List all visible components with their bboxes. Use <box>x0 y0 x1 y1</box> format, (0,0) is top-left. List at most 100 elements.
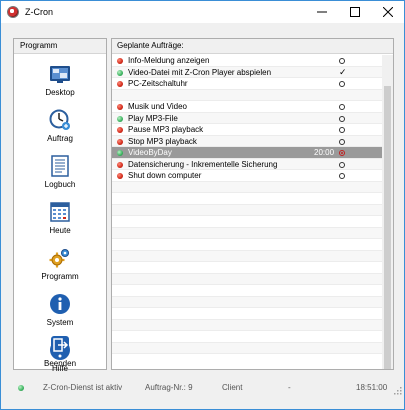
task-row-empty <box>112 296 382 308</box>
task-number: Auftrag-Nr.: 9 <box>145 383 193 392</box>
task-row[interactable]: Datensicherung - Inkrementelle Sicherung <box>112 158 382 170</box>
task-state-circle-icon[interactable] <box>339 161 345 168</box>
task-row-empty <box>112 193 382 205</box>
vertical-scrollbar[interactable] <box>382 55 393 369</box>
task-inactive-status-icon <box>117 104 123 110</box>
task-list-panel: Geplante Aufträge: Info-Meldung anzeigen… <box>111 38 394 370</box>
task-row-empty <box>112 250 382 262</box>
task-row-empty <box>112 331 382 343</box>
nav-item-system[interactable]: System <box>14 289 106 335</box>
resize-grip-icon[interactable] <box>392 385 402 395</box>
task-state-circle-icon[interactable] <box>339 138 345 145</box>
status-bar: Z-Cron-Dienst ist aktiv Auftrag-Nr.: 9 C… <box>1 377 404 397</box>
task-inactive-status-icon <box>117 127 123 133</box>
task-row[interactable]: Pause MP3 playback <box>112 124 382 136</box>
task-row-empty <box>112 227 382 239</box>
minimize-icon <box>316 11 327 13</box>
task-inactive-status-icon <box>117 173 123 179</box>
task-inactive-status-icon <box>117 58 123 64</box>
task-time: 20:00 <box>314 148 335 157</box>
task-row-empty <box>112 285 382 297</box>
scrollbar-thumb[interactable] <box>384 86 391 369</box>
nav-item-programm[interactable]: Programm <box>14 243 106 289</box>
nav-label: System <box>46 318 74 327</box>
service-status-text: Z-Cron-Dienst ist aktiv <box>43 383 123 392</box>
task-row-empty <box>112 239 382 251</box>
calendar-icon <box>50 202 70 222</box>
nav-label: Desktop <box>45 88 75 97</box>
task-name: Datensicherung - Inkrementelle Sicherung <box>128 159 278 169</box>
app-window: Z-Cron Programm Desktop Auftrag Logbuch … <box>0 0 405 410</box>
maximize-icon <box>349 7 360 17</box>
task-row[interactable]: Musik und Video <box>112 101 382 113</box>
task-name: Shut down computer <box>128 171 202 180</box>
task-list-header: Geplante Aufträge: <box>112 39 393 54</box>
task-row-empty <box>112 181 382 193</box>
status-separator: - <box>288 383 291 392</box>
task-checkmark-icon[interactable]: ✓ <box>339 67 347 79</box>
task-row[interactable]: Video-Datei mit Z-Cron Player abspielen ✓ <box>112 66 382 79</box>
nav-label: Beenden <box>43 359 77 368</box>
desktop-icon <box>50 66 70 83</box>
nav-label: Heute <box>49 226 71 235</box>
task-state-circle-icon[interactable] <box>339 173 345 179</box>
task-row[interactable]: VideoByDay 20:00 <box>112 147 382 159</box>
nav-item-beenden[interactable]: Beenden <box>13 334 107 370</box>
nav-label: Auftrag <box>47 134 73 143</box>
gears-icon <box>49 249 69 268</box>
close-button[interactable] <box>371 1 404 23</box>
task-active-status-icon <box>117 150 123 156</box>
maximize-button[interactable] <box>338 1 371 23</box>
exit-icon <box>51 336 69 354</box>
nav-label: Programm <box>41 272 79 281</box>
task-state-circle-icon[interactable] <box>339 150 345 156</box>
task-name: Video-Datei mit Z-Cron Player abspielen <box>128 67 272 77</box>
task-row-empty <box>112 273 382 285</box>
nav-item-auftrag[interactable]: Auftrag <box>14 105 106 151</box>
service-status-icon <box>18 385 24 391</box>
nav-item-heute[interactable]: Heute <box>14 197 106 243</box>
task-name: Pause MP3 playback <box>128 125 204 134</box>
task-row-empty[interactable] <box>112 89 382 101</box>
task-inactive-status-icon <box>117 81 123 87</box>
task-row-empty <box>112 216 382 228</box>
navigation-panel: Programm Desktop Auftrag Logbuch Heute P… <box>13 38 107 373</box>
task-row[interactable]: Shut down computer <box>112 170 382 182</box>
task-state-circle-icon[interactable] <box>339 81 345 87</box>
task-name: Info-Meldung anzeigen <box>128 56 210 65</box>
task-name: VideoByDay <box>128 148 172 157</box>
nav-label: Logbuch <box>44 180 76 189</box>
task-name: PC-Zeitschaltuhr <box>128 79 188 88</box>
info-icon <box>50 294 70 314</box>
task-state-circle-icon[interactable] <box>339 127 345 133</box>
minimize-button[interactable] <box>305 1 338 23</box>
task-row-empty <box>112 262 382 274</box>
clock-icon <box>49 109 70 130</box>
nav-item-logbuch[interactable]: Logbuch <box>14 151 106 197</box>
title-bar[interactable]: Z-Cron <box>1 1 404 23</box>
task-inactive-status-icon <box>117 161 123 168</box>
task-name: Play MP3-File <box>128 113 178 123</box>
task-row[interactable]: Stop MP3 playback <box>112 135 382 147</box>
task-state-circle-icon[interactable] <box>339 58 345 64</box>
task-row-empty <box>112 204 382 216</box>
logbook-icon <box>51 155 69 177</box>
task-name: Stop MP3 playback <box>128 136 197 146</box>
task-row[interactable]: Play MP3-File <box>112 112 382 124</box>
nav-item-desktop[interactable]: Desktop <box>14 59 106 105</box>
task-row[interactable]: Info-Meldung anzeigen <box>112 55 382 67</box>
mode-label: Client <box>222 383 243 392</box>
z-cron-app-icon[interactable] <box>7 6 19 18</box>
task-row[interactable]: PC-Zeitschaltuhr <box>112 78 382 90</box>
task-row-empty <box>112 308 382 320</box>
task-row-empty <box>112 319 382 331</box>
window-title: Z-Cron <box>25 7 54 17</box>
task-name: Musik und Video <box>128 102 187 111</box>
task-list[interactable]: Info-Meldung anzeigen Video-Datei mit Z-C… <box>112 55 382 354</box>
task-active-status-icon <box>117 69 123 76</box>
task-state-circle-icon[interactable] <box>339 104 345 110</box>
task-state-circle-icon[interactable] <box>339 115 345 122</box>
task-active-status-icon <box>117 115 123 122</box>
close-icon <box>382 7 393 17</box>
task-inactive-status-icon <box>117 138 123 145</box>
